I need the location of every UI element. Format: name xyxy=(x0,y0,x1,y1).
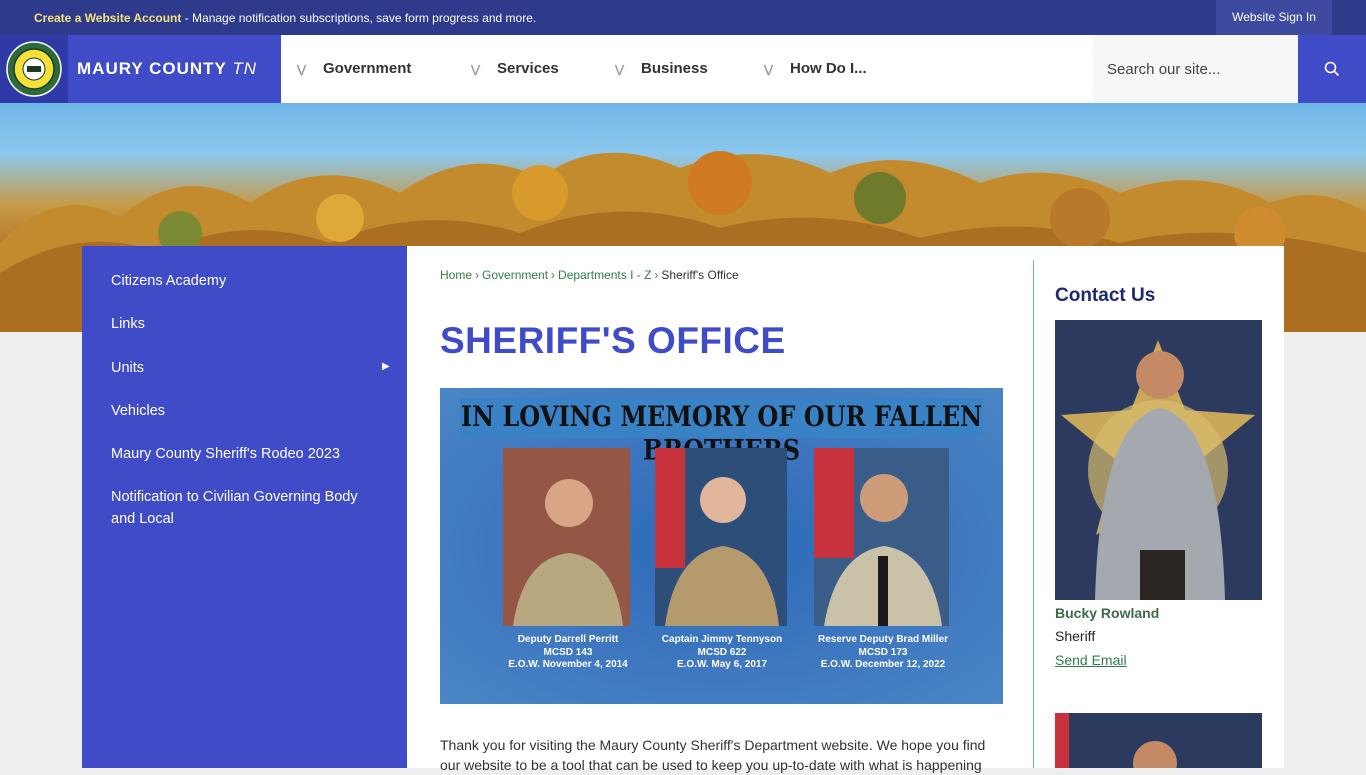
sidebar-item-units[interactable]: Units xyxy=(111,357,371,379)
nav-label: Services xyxy=(497,60,559,77)
page-title: SHERIFF'S OFFICE xyxy=(440,320,786,361)
expand-arrow-icon[interactable]: ▶ xyxy=(382,361,390,372)
nav-business[interactable]: ⋁ Business xyxy=(615,35,708,103)
website-sign-in-button[interactable]: Website Sign In xyxy=(1216,0,1332,35)
main-content: Home › Government › Departments I - Z › Sherif… xyxy=(407,246,1284,773)
chevron-down-icon: ⋁ xyxy=(471,64,481,76)
sidebar-item-notification[interactable]: Notification to Civilian Governing Body … xyxy=(111,486,371,530)
account-description: - Manage notification subscriptions, sav… xyxy=(181,11,537,25)
memorial-name: Captain Jimmy Tennyson xyxy=(661,634,783,645)
nav-label: How Do I... xyxy=(790,60,867,77)
memorial-badge: MCSD 173 xyxy=(858,646,908,658)
breadcrumb-separator: › xyxy=(654,268,659,282)
memorial-caption-1: Deputy Darrell Perritt MCSD 143 E.O.W. N… xyxy=(488,634,648,672)
chevron-down-icon: ⋁ xyxy=(615,64,625,76)
contact-us-heading: Contact Us xyxy=(1055,285,1156,306)
breadcrumb-separator: › xyxy=(475,268,480,282)
breadcrumb-current: Sheriff's Office xyxy=(661,268,739,282)
memorial-photo-3 xyxy=(814,448,949,626)
memorial-photo-2 xyxy=(655,448,787,626)
memorial-photo-1 xyxy=(503,448,630,626)
chevron-down-icon: ⋁ xyxy=(297,64,307,76)
chevron-down-icon: ⋁ xyxy=(764,64,774,76)
content-divider xyxy=(1033,260,1034,768)
nav-government[interactable]: ⋁ Government xyxy=(297,35,411,103)
sidebar-item-rodeo[interactable]: Maury County Sheriff's Rodeo 2023 xyxy=(111,443,371,465)
breadcrumb-home[interactable]: Home xyxy=(440,268,472,282)
breadcrumb-departments[interactable]: Departments I - Z xyxy=(558,268,651,282)
nav-services[interactable]: ⋁ Services xyxy=(471,35,559,103)
memorial-name: Deputy Darrell Perritt xyxy=(517,634,619,645)
sheriff-photo xyxy=(1055,320,1262,600)
memorial-badge: MCSD 622 xyxy=(697,646,747,658)
sidebar-item-vehicles[interactable]: Vehicles xyxy=(111,400,371,422)
search-button[interactable] xyxy=(1298,35,1366,103)
county-seal-icon xyxy=(0,35,68,103)
sidebar-item-citizens-academy[interactable]: Citizens Academy xyxy=(111,270,371,292)
top-notification-bar: Create a Website Account - Manage notifi… xyxy=(0,0,1366,35)
memorial-image: IN LOVING MEMORY OF OUR FALLEN BROTHERS … xyxy=(440,388,1003,704)
sheriff-name: Bucky Rowland xyxy=(1055,605,1160,621)
breadcrumb: Home › Government › Departments I - Z › Sherif… xyxy=(440,268,739,282)
memorial-eow: E.O.W. December 12, 2022 xyxy=(820,659,946,670)
second-staff-photo xyxy=(1055,713,1262,768)
site-header: MAURY COUNTY TN ⋁ Government ⋁ Services ⋁ B… xyxy=(0,35,1366,103)
sheriff-role: Sheriff xyxy=(1055,628,1096,644)
nav-label: Government xyxy=(323,60,412,77)
brand-name: MAURY COUNTY TN xyxy=(77,59,257,79)
account-message: Create a Website Account - Manage notifi… xyxy=(34,11,536,25)
create-account-link[interactable]: Create a Website Account xyxy=(34,11,181,25)
brand-county: MAURY COUNTY xyxy=(77,59,227,78)
sidebar-item-links[interactable]: Links xyxy=(111,313,371,335)
sidebar-nav: Citizens Academy Links Units ▶ Vehicles … xyxy=(82,246,407,768)
intro-paragraph: Thank you for visiting the Maury County … xyxy=(440,737,986,773)
breadcrumb-government[interactable]: Government xyxy=(482,268,548,282)
nav-how-do-i[interactable]: ⋁ How Do I... xyxy=(764,35,867,103)
memorial-eow: E.O.W. May 6, 2017 xyxy=(676,659,768,670)
search-icon xyxy=(1324,61,1340,77)
brand-logo-link[interactable]: MAURY COUNTY TN xyxy=(0,35,281,103)
memorial-eow: E.O.W. November 4, 2014 xyxy=(508,659,628,670)
brand-state: TN xyxy=(232,59,257,78)
send-email-link[interactable]: Send Email xyxy=(1055,652,1127,668)
search-input[interactable] xyxy=(1093,35,1298,103)
memorial-badge: MCSD 143 xyxy=(543,646,593,658)
memorial-caption-2: Captain Jimmy Tennyson MCSD 622 E.O.W. M… xyxy=(642,634,802,672)
memorial-caption-3: Reserve Deputy Brad Miller MCSD 173 E.O.… xyxy=(803,634,963,672)
memorial-name: Reserve Deputy Brad Miller xyxy=(817,634,949,645)
breadcrumb-separator: › xyxy=(551,268,556,282)
nav-label: Business xyxy=(641,60,708,77)
